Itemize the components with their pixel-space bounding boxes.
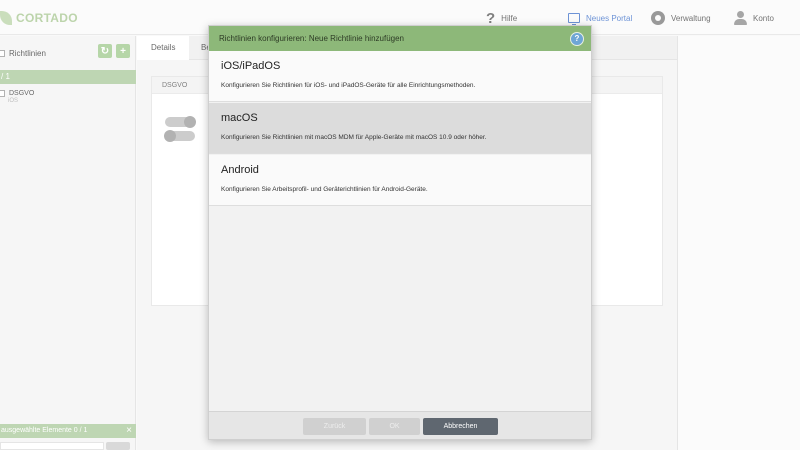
option-title: macOS bbox=[221, 112, 258, 124]
cancel-button[interactable]: Abbrechen bbox=[423, 418, 498, 435]
dialog-footer: Zurück OK Abbrechen bbox=[209, 411, 591, 439]
dialog-empty-area bbox=[209, 206, 591, 411]
option-macos[interactable]: macOS Konfigurieren Sie Richtlinien mit … bbox=[209, 103, 591, 154]
add-policy-dialog: Richtlinien konfigurieren: Neue Richtlin… bbox=[208, 25, 592, 440]
ok-button[interactable]: OK bbox=[369, 418, 420, 435]
option-title: iOS/iPadOS bbox=[221, 60, 281, 72]
option-description: Konfigurieren Sie Richtlinien für iOS- u… bbox=[221, 82, 476, 89]
option-android[interactable]: Android Konfigurieren Sie Arbeitsprofil-… bbox=[209, 155, 591, 206]
option-ios[interactable]: iOS/iPadOS Konfigurieren Sie Richtlinien… bbox=[209, 51, 591, 102]
dialog-title: Richtlinien konfigurieren: Neue Richtlin… bbox=[219, 34, 404, 43]
option-description: Konfigurieren Sie Richtlinien mit macOS … bbox=[221, 134, 487, 141]
option-title: Android bbox=[221, 164, 259, 176]
help-icon[interactable]: ? bbox=[570, 32, 584, 46]
dialog-header: Richtlinien konfigurieren: Neue Richtlin… bbox=[209, 26, 591, 51]
option-description: Konfigurieren Sie Arbeitsprofil- und Ger… bbox=[221, 186, 428, 193]
back-button[interactable]: Zurück bbox=[303, 418, 366, 435]
